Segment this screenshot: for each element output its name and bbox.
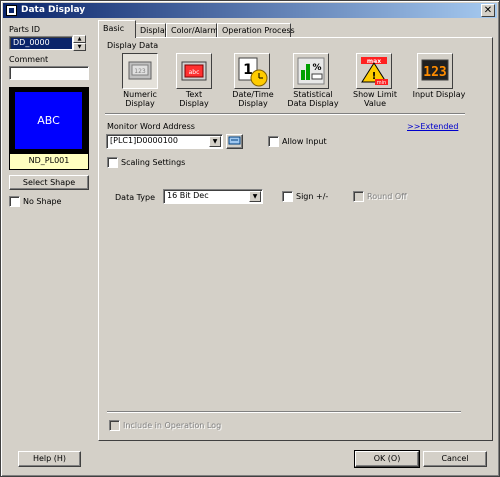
date-time-label: Date/Time Display (232, 90, 274, 108)
monitor-address-label: Monitor Word Address (107, 122, 195, 131)
text-display-label: Text Display (179, 90, 209, 108)
separator-top (105, 113, 465, 115)
input-display-icon[interactable]: 123 (417, 53, 453, 89)
svg-text:min: min (377, 80, 386, 86)
chevron-down-icon[interactable]: ▼ (209, 136, 221, 147)
numeric-display-icon[interactable]: 123 (122, 53, 158, 89)
help-button[interactable]: Help (H) (18, 451, 81, 467)
operation-log-label: Include in Operation Log (123, 421, 222, 430)
app-icon (6, 5, 17, 16)
parts-id-label: Parts ID (9, 25, 41, 34)
spin-down-icon[interactable]: ▼ (73, 43, 86, 51)
keypad-icon (228, 136, 241, 145)
tab-color-alarm[interactable]: Color/Alarm (166, 23, 218, 38)
no-shape-checkbox[interactable] (9, 196, 20, 207)
date-time-icon[interactable]: 1 (234, 53, 270, 89)
separator-bottom (107, 411, 461, 413)
text-display-icon[interactable]: abc (176, 53, 212, 89)
operation-log-checkbox[interactable] (109, 420, 120, 431)
data-type-label: Data Type (115, 193, 156, 202)
shape-name-label: ND_PL001 (10, 154, 88, 169)
numeric-display-label: Numeric Display (123, 90, 157, 108)
scaling-settings-label: Scaling Settings (121, 158, 186, 167)
data-display-dialog: Data Display ✕ Parts ID DD_0000 ▲ ▼ Comm… (0, 0, 500, 477)
chevron-down-icon[interactable]: ▼ (249, 191, 261, 202)
title-bar[interactable]: Data Display ✕ (3, 3, 497, 18)
comment-input[interactable] (9, 66, 89, 80)
preview-display: ABC (15, 92, 82, 149)
svg-text:123: 123 (134, 68, 146, 75)
sign-checkbox[interactable] (282, 191, 293, 202)
limit-value-icon[interactable]: max ! min (356, 53, 392, 89)
extended-link[interactable]: >>Extended (407, 122, 458, 131)
round-off-label: Round Off (367, 192, 407, 201)
svg-text:abc: abc (189, 69, 200, 76)
data-type-select[interactable]: 16 Bit Dec ▼ (163, 189, 263, 204)
no-shape-label: No Shape (23, 197, 62, 206)
statistical-icon[interactable]: % (293, 53, 329, 89)
spin-up-icon[interactable]: ▲ (73, 35, 86, 43)
cancel-button[interactable]: Cancel (423, 451, 487, 467)
display-data-heading: Display Data (107, 41, 159, 50)
input-display-label: Input Display (412, 90, 466, 99)
select-shape-button[interactable]: Select Shape (9, 175, 89, 190)
parts-id-spinner[interactable]: ▲ ▼ (73, 35, 86, 51)
round-off-checkbox[interactable] (353, 191, 364, 202)
ok-button[interactable]: OK (O) (354, 450, 420, 468)
monitor-address-input[interactable]: [PLC1]D0000100 ▼ (106, 134, 223, 149)
sign-label: Sign +/- (296, 192, 329, 201)
limit-value-label: Show Limit Value (353, 90, 397, 108)
tab-display[interactable]: Display (135, 23, 170, 38)
comment-label: Comment (9, 55, 49, 64)
window-title: Data Display (21, 5, 86, 15)
parts-id-input[interactable]: DD_0000 (9, 36, 73, 50)
tab-basic[interactable]: Basic (98, 20, 136, 38)
statistical-label: Statistical Data Display (287, 90, 339, 108)
close-button[interactable]: ✕ (481, 4, 495, 17)
allow-input-checkbox[interactable] (268, 136, 279, 147)
scaling-settings-checkbox[interactable] (107, 157, 118, 168)
address-input-button[interactable] (226, 134, 243, 149)
allow-input-label: Allow Input (282, 137, 327, 146)
tab-operation-process[interactable]: Operation Process (217, 23, 295, 38)
shape-preview[interactable]: ABC ND_PL001 (9, 87, 89, 170)
svg-text:%: % (312, 63, 321, 73)
svg-text:123: 123 (423, 65, 446, 80)
